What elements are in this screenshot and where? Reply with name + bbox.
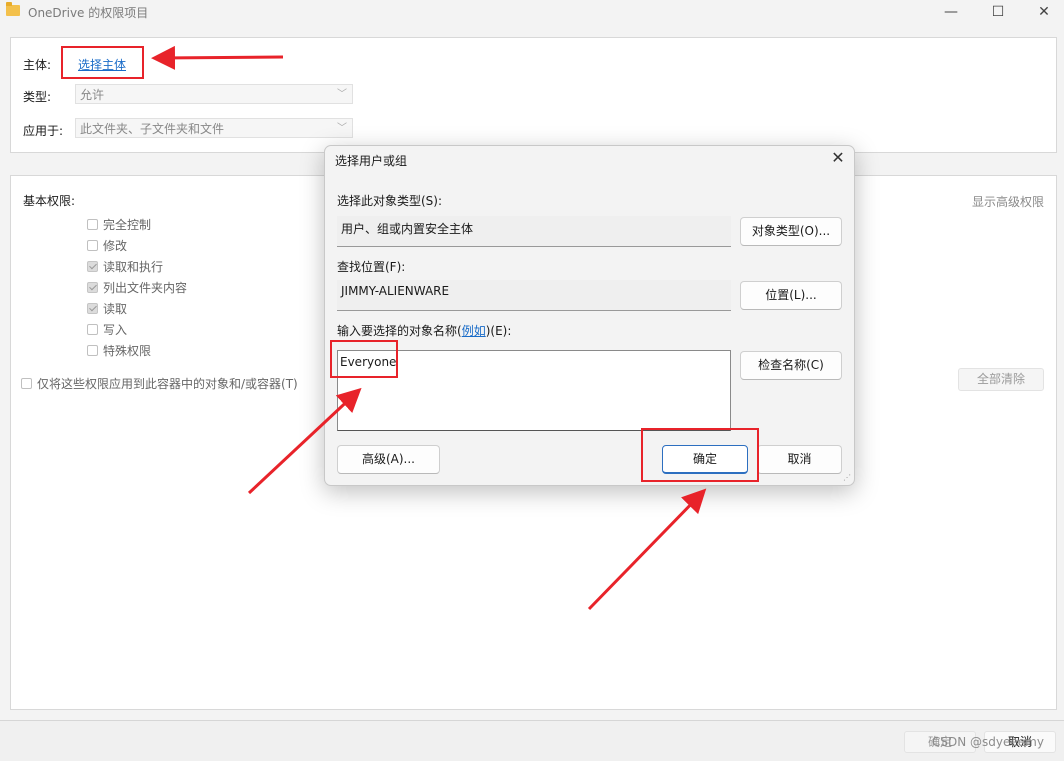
annotation-arrows [151,45,707,611]
arrow-to-principal [151,45,284,70]
permission-entry-window: OneDrive 的权限项目 — ☐ ✕ 主体: 选择主体 类型: 允许 ﹀ 应… [0,0,1064,761]
arrow-to-everyone [247,387,362,495]
arrow-to-ok [587,488,707,611]
